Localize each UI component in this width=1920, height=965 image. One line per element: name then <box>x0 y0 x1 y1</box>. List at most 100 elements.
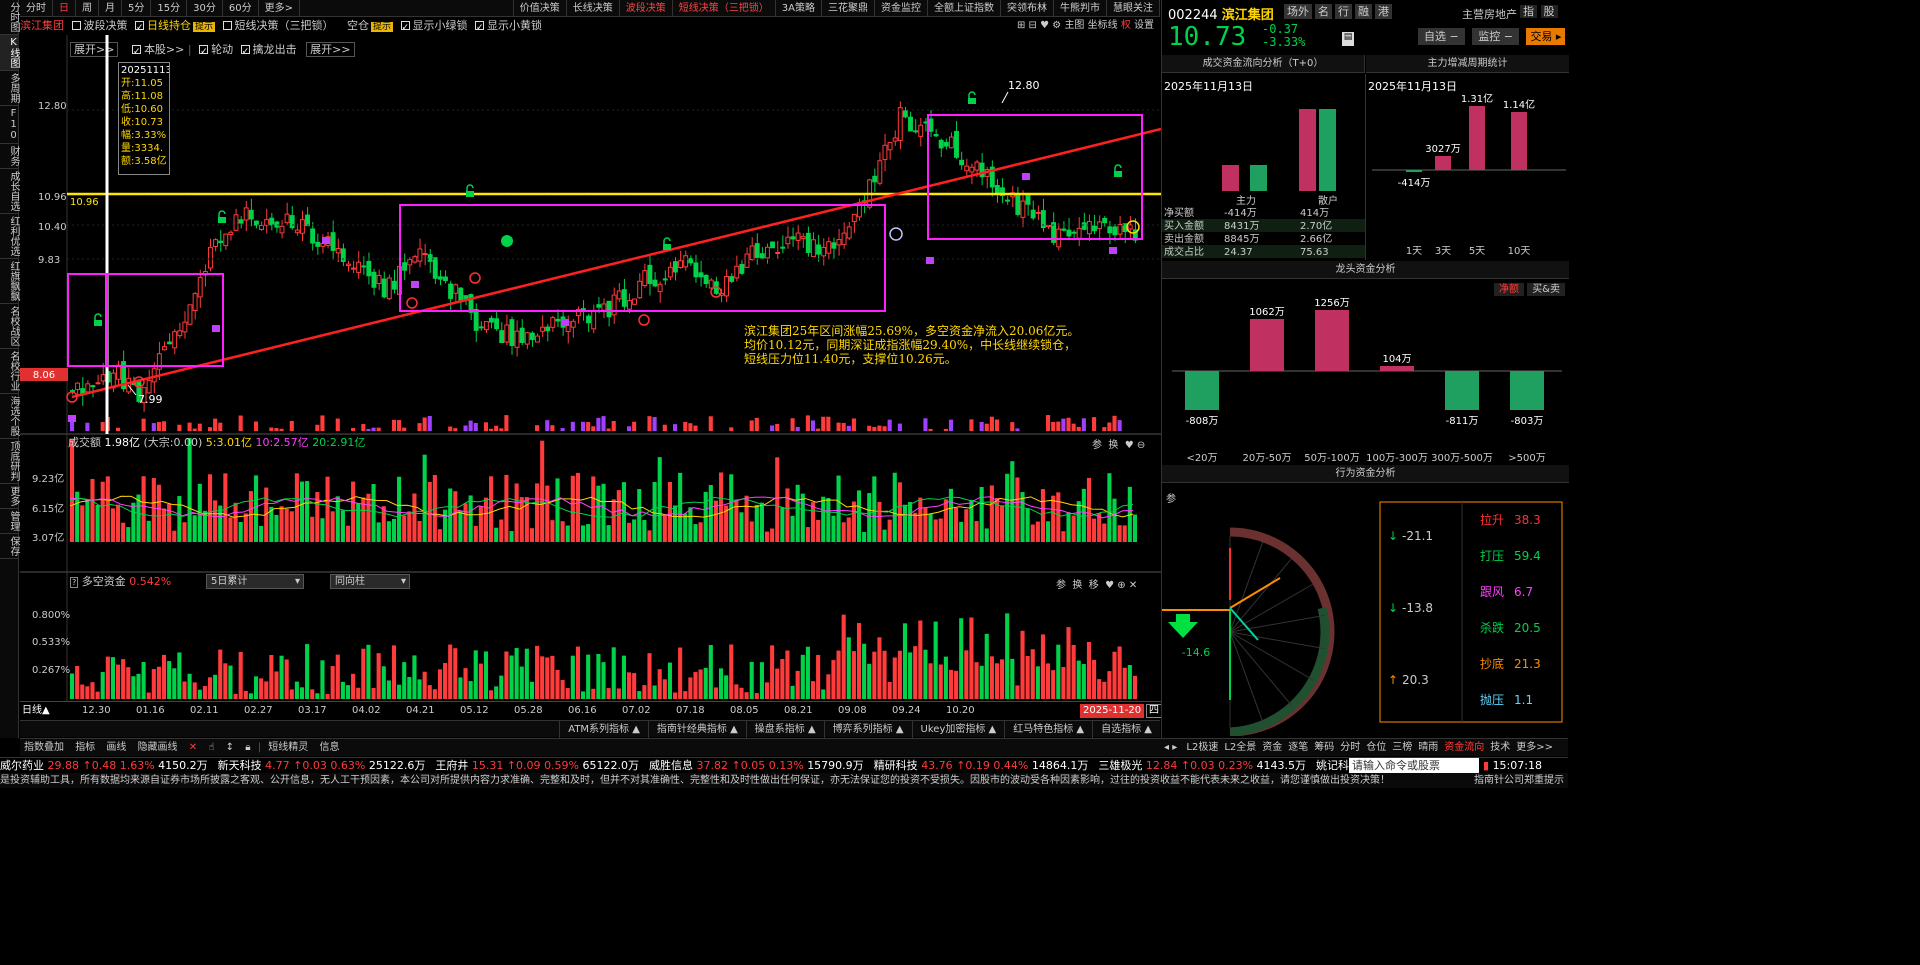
vol-switch-button[interactable]: 换 <box>1108 440 1118 451</box>
period-tab-4[interactable]: 5分 <box>122 0 152 16</box>
hide-lines-button[interactable]: 隐藏画线 <box>134 742 182 753</box>
close-icon[interactable]: ✕ <box>1129 580 1137 591</box>
period-tab-1[interactable]: 日 <box>53 0 76 16</box>
sidebar-item-9[interactable]: 名校行业 <box>0 349 19 394</box>
help-icon[interactable]: ? <box>70 577 79 588</box>
sector-index-tab[interactable]: 指 <box>1520 5 1537 18</box>
label-yellow-lock[interactable]: 显示小黄锁 <box>487 19 542 32</box>
right-tool-6[interactable]: 仓位 <box>1363 742 1389 753</box>
right-tool-3[interactable]: 逐笔 <box>1285 742 1311 753</box>
ls-period-select[interactable]: 5日累计 ▾ <box>206 574 304 589</box>
sector-stock-tab[interactable]: 股 <box>1540 5 1558 18</box>
main-chart[interactable]: 12.80 10.96 10.40 9.83 9.23亿 6.15亿 3.07亿 0.800%… <box>20 35 1161 721</box>
plus-icon[interactable]: ⊞ <box>1017 20 1025 31</box>
monitor-button[interactable]: 监控 − <box>1472 28 1519 45</box>
zoom-icon[interactable]: ⊖ <box>1137 440 1145 451</box>
delete-icon[interactable]: ✕ <box>185 742 201 753</box>
indicator-menu-0[interactable]: 自选指标 ▲ <box>1092 721 1160 738</box>
label-rixian[interactable]: 日线持仓 <box>147 19 191 32</box>
scroll-arrows[interactable]: ◂ ▸ <box>1161 742 1183 753</box>
strategy-tab-6[interactable]: 资金监控 <box>875 0 928 16</box>
sidebar-item-7[interactable]: 红旗飘飘 <box>0 259 19 304</box>
indicator-menu-1[interactable]: 红马特色指标 ▲ <box>1004 721 1092 738</box>
heart-icon[interactable]: ♥ <box>1040 20 1049 31</box>
sidebar-item-4[interactable]: 财务 <box>0 144 19 169</box>
right-tool-1[interactable]: L2全景 <box>1221 742 1259 753</box>
info-button[interactable]: 信息 <box>315 742 343 753</box>
vol-param-button[interactable]: 参 <box>1092 440 1102 451</box>
strategy-tab-2[interactable]: 波段决策 <box>620 0 673 16</box>
axis-button[interactable]: 坐标线 <box>1088 20 1118 31</box>
sidebar-item-6[interactable]: 红利优选 <box>0 214 19 259</box>
checkbox-1[interactable] <box>71 21 81 30</box>
right-tool-4[interactable]: 筹码 <box>1311 742 1337 753</box>
strategy-tab-1[interactable]: 长线决策 <box>567 0 620 16</box>
index-overlay-button[interactable]: 指数叠加 <box>20 742 68 753</box>
heart-icon[interactable]: ♥ <box>1105 580 1114 591</box>
quote-tab-2[interactable]: 行 <box>1335 4 1352 19</box>
ls-move-button[interactable]: 移 <box>1089 580 1099 591</box>
ticker-item[interactable]: 威尔药业 29.88 ↑0.48 1.63% 4150.2万 <box>0 759 208 772</box>
label-shortline[interactable]: 短线决策（三把锁） <box>235 19 334 32</box>
settings-button[interactable]: 设置 <box>1134 20 1154 31</box>
quote-tab-0[interactable]: 场外 <box>1284 4 1312 19</box>
indicator-menu-2[interactable]: Ukey加密指标 ▲ <box>911 721 1005 738</box>
period-tab-2[interactable]: 周 <box>76 0 99 16</box>
period-tab-3[interactable]: 月 <box>99 0 122 16</box>
quote-tab-4[interactable]: 港 <box>1375 4 1392 19</box>
period-tab-7[interactable]: 60分 <box>223 0 259 16</box>
checkbox-5[interactable] <box>475 19 485 37</box>
calendar-icon[interactable]: ▤ <box>1342 32 1354 46</box>
sidebar-item-0[interactable]: 分时图 <box>0 0 19 35</box>
strategy-tab-3[interactable]: 短线决策（三把锁） <box>673 0 776 16</box>
right-tool-9[interactable]: 资金流向 <box>1441 742 1487 753</box>
ticker-item[interactable]: 王府井 15.31 ↑0.09 0.59% 65122.0万 <box>435 759 639 772</box>
ticker-item[interactable]: 三雄极光 12.84 ↑0.03 0.23% 4143.5万 <box>1098 759 1306 772</box>
sidebar-item-11[interactable]: 顶底研判 <box>0 439 19 484</box>
trade-button[interactable]: 交易 ▸ <box>1526 28 1566 45</box>
gear-icon[interactable]: ⚙ <box>1052 20 1061 31</box>
right-tool-0[interactable]: L2极速 <box>1183 742 1221 753</box>
sidebar-item-5[interactable]: 成长自选 <box>0 169 19 214</box>
command-input[interactable]: 请输入命令或股票 <box>1349 758 1479 773</box>
right-tool-5[interactable]: 分时 <box>1337 742 1363 753</box>
strategy-tab-7[interactable]: 全额上证指数 <box>928 0 1001 16</box>
label-green-lock[interactable]: 显示小绿锁 <box>413 19 468 32</box>
strategy-tab-10[interactable]: 慧眼关注 <box>1107 0 1160 16</box>
ls-style-select[interactable]: 同向柱 ▾ <box>330 574 410 589</box>
sidebar-item-2[interactable]: 多周期 <box>0 71 19 106</box>
right-tool-7[interactable]: 三榜 <box>1389 742 1415 753</box>
ticker-item[interactable]: 新天科技 4.77 ↑0.03 0.63% 25122.6万 <box>218 759 426 772</box>
main-chart-button[interactable]: 主图 <box>1064 20 1084 31</box>
move-icon[interactable]: ↕ <box>222 742 238 753</box>
add-watchlist-button[interactable]: 自选 − <box>1418 28 1465 45</box>
quote-tab-1[interactable]: 名 <box>1315 4 1332 19</box>
sidebar-item-13[interactable]: 管理 <box>0 509 19 534</box>
minus-icon[interactable]: ⊟ <box>1029 20 1037 31</box>
ls-param-button[interactable]: 参 <box>1056 580 1066 591</box>
indicator-menu-4[interactable]: 操盘系指标 ▲ <box>745 721 824 738</box>
period-tab-0[interactable]: 分时 <box>20 0 53 16</box>
strategy-tab-4[interactable]: 3A策略 <box>776 0 822 16</box>
strategy-tab-5[interactable]: 三花聚鼎 <box>822 0 875 16</box>
rights-button[interactable]: 权 <box>1121 20 1131 31</box>
sidebar-item-14[interactable]: 保存 <box>0 534 19 559</box>
heart-icon[interactable]: ♥ <box>1125 440 1134 451</box>
lock-icon[interactable]: 🔒︎ <box>241 742 254 753</box>
pointer-icon[interactable]: ☝ <box>204 742 218 753</box>
ls-switch-button[interactable]: 换 <box>1072 580 1082 591</box>
sidebar-item-12[interactable]: 更多 <box>0 484 19 509</box>
draw-line-button[interactable]: 画线 <box>102 742 130 753</box>
zoom-icon[interactable]: ⊕ <box>1117 580 1125 591</box>
period-label[interactable]: 日线▲ <box>22 702 50 720</box>
right-tool-8[interactable]: 晴雨 <box>1415 742 1441 753</box>
indicator-menu-3[interactable]: 博弈系列指标 ▲ <box>823 721 912 738</box>
quote-tab-3[interactable]: 融 <box>1355 4 1372 19</box>
short-elf-button[interactable]: 短线精灵 <box>264 742 312 753</box>
indicator-button[interactable]: 指标 <box>71 742 99 753</box>
strategy-tab-9[interactable]: 牛熊判市 <box>1054 0 1107 16</box>
checkbox-4[interactable] <box>400 19 410 37</box>
strategy-tab-0[interactable]: 价值决策 <box>514 0 567 16</box>
sidebar-item-8[interactable]: 名校战区 <box>0 304 19 349</box>
right-tool-11[interactable]: 更多>> <box>1513 742 1556 753</box>
